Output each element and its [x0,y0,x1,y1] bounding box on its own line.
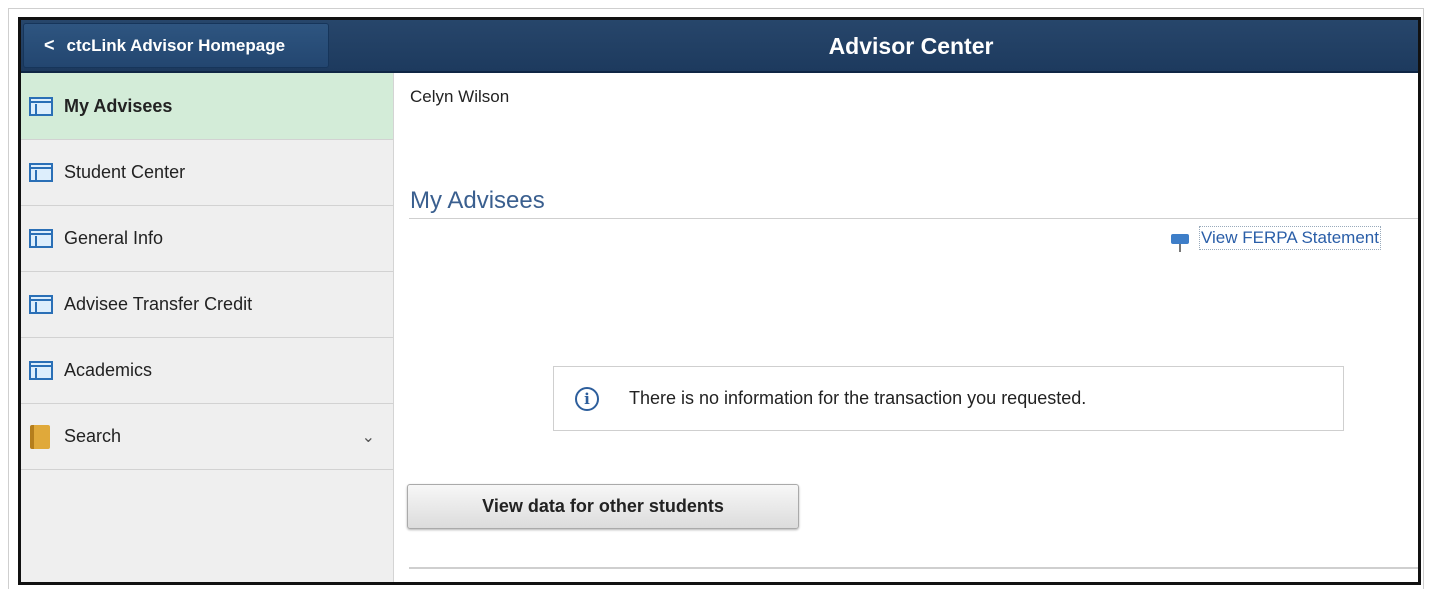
sidebar-item-general-info[interactable]: General Info [21,206,393,272]
sidebar-item-student-center[interactable]: Student Center [21,140,393,206]
sidebar-item-label: Academics [64,360,153,380]
page-icon [29,163,53,182]
info-message-box: i There is no information for the transa… [553,366,1344,431]
bottom-divider [409,567,1418,569]
sidebar-item-advisee-transfer-credit[interactable]: Advisee Transfer Credit [21,272,393,338]
sidebar-item-label: General Info [64,228,164,248]
folder-icon [30,424,50,449]
page-border-right [1423,8,1424,589]
header-banner: < ctcLink Advisor Homepage Advisor Cente… [21,20,1418,73]
chevron-left-icon: < [44,35,55,55]
section-divider [409,218,1418,219]
view-ferpa-statement-link[interactable]: View FERPA Statement [1199,226,1381,250]
section-title: My Advisees [410,187,545,214]
info-icon: i [575,386,599,411]
sidebar-item-label: Advisee Transfer Credit [64,294,253,314]
sidebar-item-my-advisees[interactable]: My Advisees [21,73,393,140]
advisor-center-window: < ctcLink Advisor Homepage Advisor Cente… [18,17,1421,585]
advisor-name: Celyn Wilson [410,87,510,106]
sidebar-item-search[interactable]: Search ⌄ [21,404,393,470]
back-button-label: ctcLink Advisor Homepage [66,35,286,55]
view-other-students-button[interactable]: View data for other students [407,484,799,529]
back-to-homepage-button[interactable]: < ctcLink Advisor Homepage [23,23,329,68]
page-icon [29,295,53,314]
chevron-down-icon[interactable]: ⌄ [362,427,375,447]
page-border-top [8,8,1424,9]
info-message: There is no information for the transact… [629,388,1087,408]
page-title: Advisor Center [828,33,994,59]
sidebar-item-academics[interactable]: Academics [21,338,393,404]
page-icon [29,361,53,380]
sidebar-item-label: Student Center [64,162,186,182]
main-content: Celyn Wilson My Advisees View FERPA Stat… [395,73,1418,582]
page-icon [29,96,53,116]
sign-icon [1171,234,1189,254]
sidebar: My Advisees Student Center General Info … [21,73,394,582]
sidebar-item-label: Search [64,426,122,446]
sidebar-item-label: My Advisees [64,95,173,116]
ferpa-statement: View FERPA Statement [1171,226,1381,254]
page-border-left [8,8,9,589]
page-icon [29,229,53,248]
